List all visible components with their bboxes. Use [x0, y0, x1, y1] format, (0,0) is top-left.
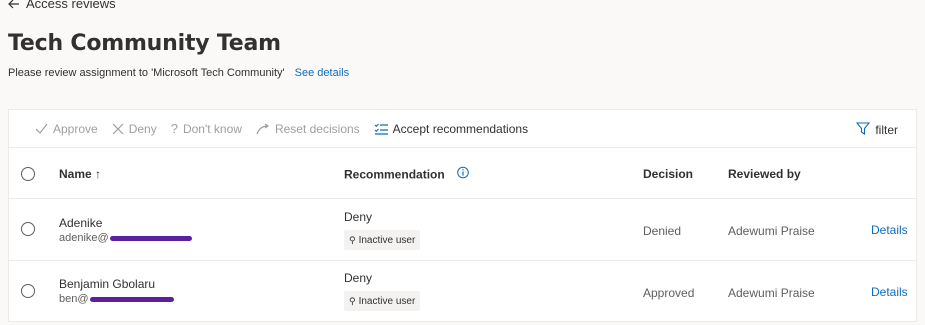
filter-icon — [856, 122, 871, 138]
back-arrow-icon[interactable] — [8, 0, 20, 9]
dont-know-button[interactable]: ? Don't know — [171, 121, 242, 136]
deny-label: Deny — [128, 121, 157, 136]
table-row[interactable]: Benjamin Gbolaru ben@ Deny ⚲ Inactive us… — [9, 261, 916, 322]
reset-label: Reset decisions — [274, 121, 360, 136]
reset-icon — [256, 123, 270, 135]
dont-know-label: Don't know — [182, 121, 242, 136]
details-link[interactable]: Details — [871, 285, 908, 299]
recommendation-value: Deny — [344, 271, 373, 285]
tag-label: Inactive user — [358, 295, 416, 307]
approve-button[interactable]: Approve — [35, 122, 98, 136]
filter-button[interactable]: filter — [856, 122, 898, 138]
breadcrumb[interactable]: Access reviews — [8, 0, 116, 11]
redaction-mark — [89, 296, 174, 302]
subtitle-text: Please review assignment to 'Microsoft T… — [8, 67, 285, 79]
page-subtitle: Please review assignment to 'Microsoft T… — [8, 67, 349, 79]
decision-value: Denied — [643, 224, 682, 238]
review-panel: Approve Deny ? Don't know Reset decision… — [8, 109, 917, 322]
table-header: Name ↑ Recommendation Decision Reviewed … — [9, 149, 916, 199]
question-icon: ? — [170, 121, 178, 136]
reset-decisions-button[interactable]: Reset decisions — [256, 122, 360, 136]
inactive-user-tag: ⚲ Inactive user — [344, 291, 421, 311]
row-select-radio[interactable] — [21, 222, 35, 236]
tag-label: Inactive user — [358, 234, 416, 246]
table-row[interactable]: Adenike adenike@ Deny ⚲ Inactive user De… — [9, 199, 916, 261]
breadcrumb-link[interactable]: Access reviews — [26, 0, 116, 11]
email-prefix: ben@ — [59, 293, 89, 305]
reviewer-name: Adewumi Praise — [728, 286, 815, 300]
redaction-mark — [109, 235, 192, 241]
close-icon — [112, 123, 124, 135]
filter-label: filter — [875, 123, 898, 137]
user-key-icon: ⚲ — [349, 295, 356, 306]
row-select-radio[interactable] — [21, 284, 35, 298]
info-icon[interactable] — [456, 166, 469, 182]
deny-button[interactable]: Deny — [112, 122, 157, 136]
recommendation-header-label: Recommendation — [344, 167, 445, 181]
email-prefix: adenike@ — [59, 232, 109, 244]
user-name: Benjamin Gbolaru — [59, 277, 156, 291]
recommendation-value: Deny — [344, 210, 373, 224]
user-key-icon: ⚲ — [349, 234, 356, 245]
name-column-header[interactable]: Name ↑ — [59, 167, 101, 181]
approve-label: Approve — [53, 121, 98, 136]
decision-value: Approved — [643, 286, 695, 300]
toolbar: Approve Deny ? Don't know Reset decision… — [9, 110, 916, 148]
user-email: ben@ — [59, 293, 174, 305]
list-check-icon — [374, 123, 388, 135]
accept-label: Accept recommendations — [392, 121, 529, 136]
user-email: adenike@ — [59, 232, 192, 244]
see-details-link[interactable]: See details — [295, 67, 349, 79]
inactive-user-tag: ⚲ Inactive user — [344, 230, 421, 250]
details-link[interactable]: Details — [871, 223, 908, 237]
reviewed-by-column-header: Reviewed by — [728, 167, 801, 181]
decision-column-header: Decision — [643, 167, 694, 181]
reviewer-name: Adewumi Praise — [728, 224, 815, 238]
user-name: Adenike — [59, 216, 103, 230]
page-title: Tech Community Team — [8, 31, 281, 56]
recommendation-column-header: Recommendation — [344, 166, 469, 182]
accept-recommendations-button[interactable]: Accept recommendations — [374, 122, 528, 136]
select-all-radio[interactable] — [21, 167, 35, 181]
checkmark-icon — [35, 123, 48, 134]
